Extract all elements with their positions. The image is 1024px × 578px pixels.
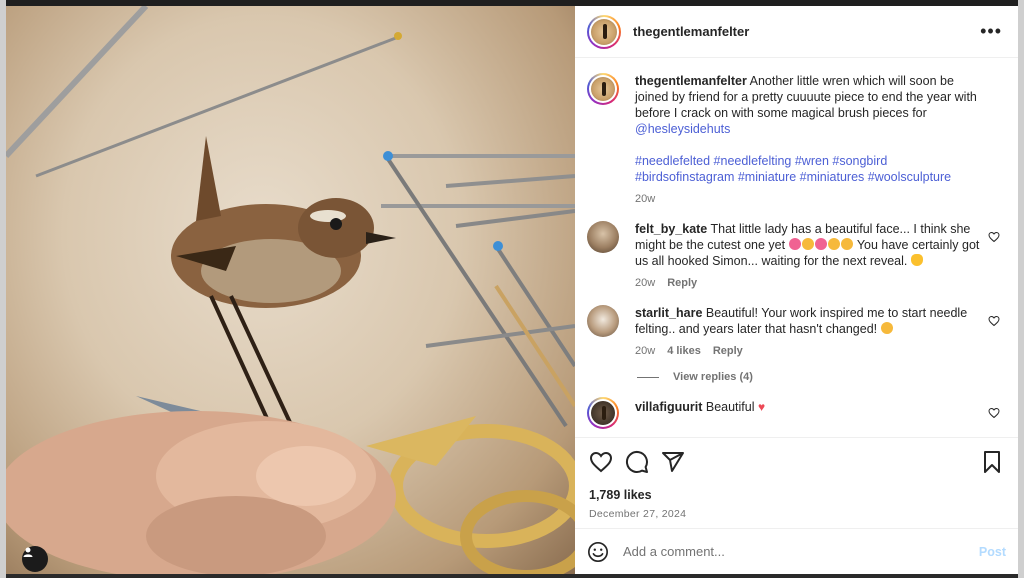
wave-emoji-icon xyxy=(910,254,923,266)
post-details-panel: thegentlemanfelter ••• thegentlemanfelte… xyxy=(575,6,1018,574)
post-photo[interactable] xyxy=(6,6,575,574)
share-icon[interactable] xyxy=(661,450,685,474)
tagged-users-button[interactable] xyxy=(22,546,48,572)
comment-icon[interactable] xyxy=(625,450,649,474)
post-header: thegentlemanfelter ••• xyxy=(575,6,1018,58)
comment-avatar[interactable] xyxy=(587,397,619,429)
comment-username[interactable]: felt_by_kate xyxy=(635,222,707,236)
caption-username[interactable]: thegentlemanfelter xyxy=(635,74,747,88)
smile-emoji-icon xyxy=(880,322,893,334)
likes-count[interactable]: 1,789 likes xyxy=(589,488,1004,502)
comment-avatar[interactable] xyxy=(587,221,619,253)
comment-time: 20w xyxy=(635,277,656,289)
comment-username[interactable]: villafiguurit xyxy=(635,400,702,414)
caption-mention[interactable]: @hesleysidehuts xyxy=(635,122,730,136)
more-options-icon[interactable]: ••• xyxy=(976,17,1006,46)
view-replies-button[interactable]: View replies (4) xyxy=(637,371,1006,383)
red-heart-emoji-icon: ♥ xyxy=(758,400,766,414)
like-comment-icon[interactable] xyxy=(988,315,1000,327)
comment-username[interactable]: starlit_hare xyxy=(635,306,702,320)
comment-text: Beautiful xyxy=(705,400,755,414)
comment-time: 20w xyxy=(635,345,656,357)
instagram-post-modal: thegentlemanfelter ••• thegentlemanfelte… xyxy=(0,0,1024,578)
save-bookmark-icon[interactable] xyxy=(980,450,1004,474)
view-replies-label: View replies (4) xyxy=(673,371,753,383)
like-comment-icon[interactable] xyxy=(988,231,1000,243)
post-date: December 27, 2024 xyxy=(589,508,687,520)
caption-avatar[interactable] xyxy=(587,73,619,105)
caption-time: 20w xyxy=(635,193,656,205)
replies-divider xyxy=(637,376,659,378)
comment-item: starlit_hare Beautiful! Your work inspir… xyxy=(587,305,1006,359)
reply-button[interactable]: Reply xyxy=(713,343,743,359)
emoji-icons xyxy=(788,238,854,252)
comment-item: felt_by_kate That little lady has a beau… xyxy=(587,221,1006,291)
modal-backdrop-right[interactable] xyxy=(1018,0,1024,578)
reply-button[interactable]: Reply xyxy=(667,275,697,291)
comment-input[interactable] xyxy=(623,544,953,559)
comment-avatar[interactable] xyxy=(587,305,619,337)
like-icon[interactable] xyxy=(589,450,613,474)
author-username[interactable]: thegentlemanfelter xyxy=(633,24,749,39)
author-avatar[interactable] xyxy=(587,14,621,49)
post-comment-button[interactable]: Post xyxy=(979,545,1006,559)
like-comment-icon[interactable] xyxy=(988,407,1000,419)
caption-hashtags[interactable]: #needlefelted #needlefelting #wren #song… xyxy=(635,153,980,185)
comments-list[interactable]: thegentlemanfelter Another little wren w… xyxy=(575,59,1018,437)
user-icon xyxy=(23,547,33,557)
photo-illustration xyxy=(6,6,575,574)
caption: thegentlemanfelter Another little wren w… xyxy=(587,73,1006,207)
comment-item: villafiguurit Beautiful ♥ xyxy=(587,397,1006,429)
add-comment-bar: Post xyxy=(575,528,1018,574)
emoji-picker-icon[interactable] xyxy=(587,541,609,563)
comment-likes[interactable]: 4 likes xyxy=(667,343,701,359)
post-actions: 1,789 likes December 27, 2024 xyxy=(575,437,1018,529)
